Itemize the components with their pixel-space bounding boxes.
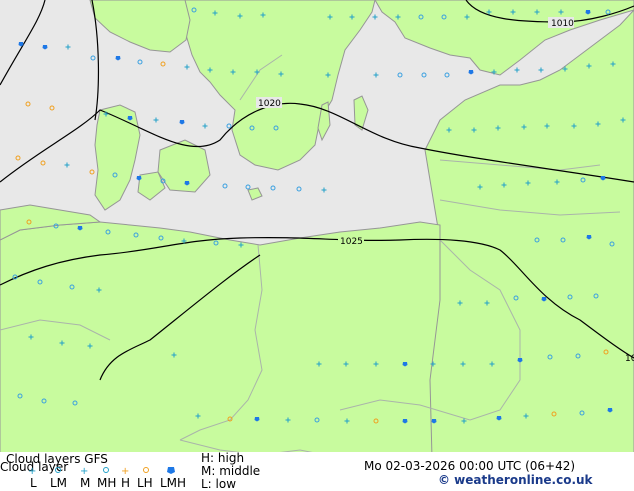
cloud-layer-map[interactable]: 1010 1020 1025 10: [0, 0, 634, 458]
land-central-europe: [0, 221, 441, 458]
legend-code-LH: LH: [137, 476, 153, 490]
isobar-label-1010: 1010: [551, 19, 574, 29]
legend-code-LM: LM: [50, 476, 68, 490]
legend-symbol-LMH: [167, 467, 175, 474]
isobar-label-1020: 1020: [258, 99, 281, 109]
isobar-label-clipped: 10: [625, 354, 634, 364]
legend-code-M: M: [80, 476, 91, 490]
map-viewer: 1010 1020 1025 10 Cloud layers GFS Cloud…: [0, 0, 634, 491]
legend-symbol-MH: [103, 467, 109, 473]
legend-symbol-LH: [143, 467, 149, 473]
legend-code-LMH: LMH: [160, 476, 187, 490]
legend-symbol-LM: [55, 467, 61, 473]
legend-credit[interactable]: © weatheronline.co.uk: [438, 474, 593, 487]
legend-panel: Cloud layers GFS Cloud layer + + + L LM …: [0, 452, 634, 491]
legend-timestamp: Mo 02-03-2026 00:00 UTC (06+42): [364, 459, 576, 473]
legend-key-low: L: low: [201, 477, 237, 491]
legend-code-L: L: [30, 476, 37, 490]
isobar-label-1025: 1025: [340, 237, 363, 247]
legend-code-MH: MH: [97, 476, 117, 490]
legend-code-H: H: [121, 476, 131, 490]
